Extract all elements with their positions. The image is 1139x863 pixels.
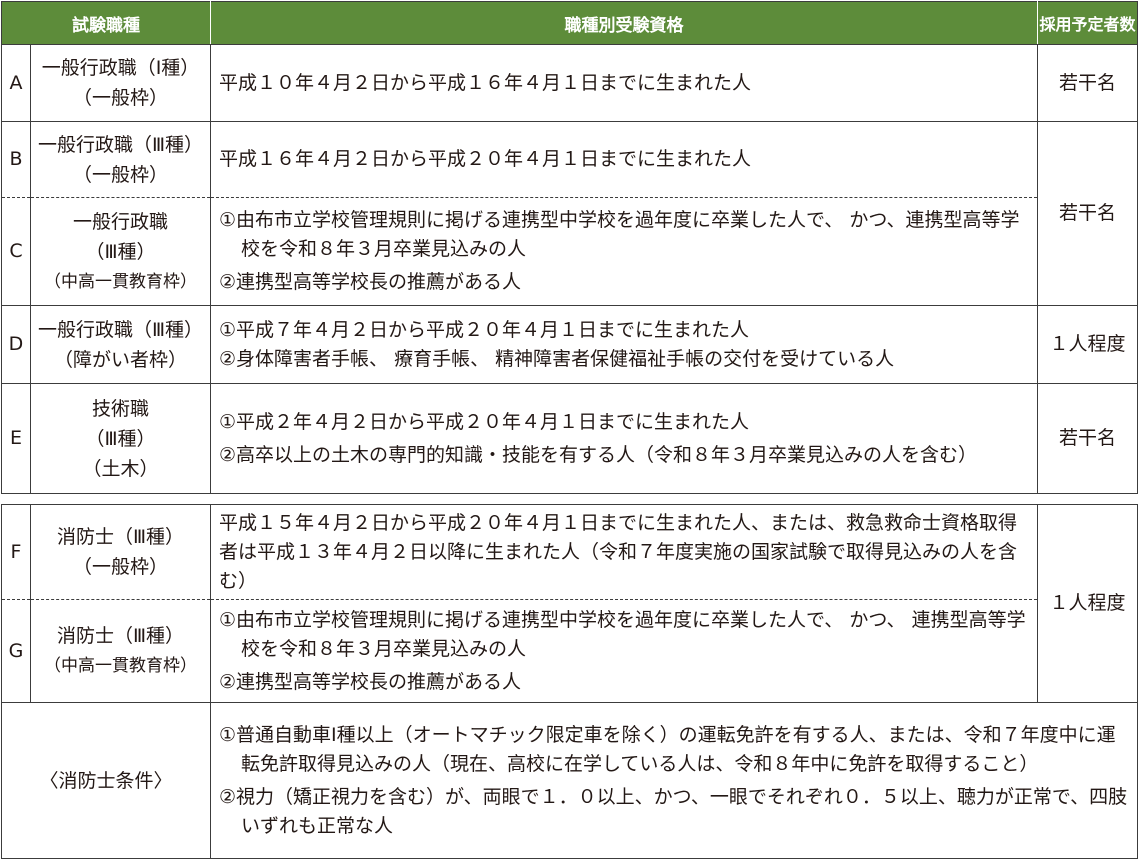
position-name: 一般行政職（Ⅲ種） （障がい者枠） — [30, 305, 211, 384]
firefighter-conditions-row: 〈消防士条件〉 ①普通自動車Ⅰ種以上（オートマチック限定車を除く）の運転免許を有… — [1, 702, 1138, 859]
qualification-cell: 平成１６年４月２日から平成２０年４月１日までに生まれた人 — [210, 121, 1038, 198]
condition-item: ②視力（矯正視力を含む）が、両眼で１．０以上、かつ、一眼でそれぞれ０．５以上、聴… — [219, 785, 1128, 837]
position-name-line: 技術職 — [91, 397, 149, 420]
qualification-cell: 平成１５年４月２日から平成２０年４月１日までに生まれた人、または、救急救命士資格… — [210, 504, 1038, 600]
row-letter: D — [1, 305, 31, 384]
recruitment-table-page: 試験職種 職種別受験資格 採用予定者数 A 一般行政職（Ⅰ種） （一般枠） 平成… — [0, 0, 1139, 863]
table-row-f: F 消防士（Ⅲ種） （一般枠） 平成１５年４月２日から平成２０年４月１日までに生… — [1, 504, 1138, 703]
planned-count: １人程度 — [1037, 504, 1138, 703]
row-letter: A — [1, 44, 31, 122]
position-name: 消防士（Ⅲ種） （中高一貫教育枠） — [30, 599, 211, 703]
position-name-line: （一般枠） — [72, 163, 168, 186]
table-row-a: A 一般行政職（Ⅰ種） （一般枠） 平成１０年４月２日から平成１６年４月１日まで… — [1, 44, 1138, 122]
conditions-cell: ①普通自動車Ⅰ種以上（オートマチック限定車を除く）の運転免許を有する人、または、… — [210, 702, 1138, 859]
planned-count: 若干名 — [1037, 44, 1138, 122]
position-name-line: （一般枠） — [72, 87, 168, 109]
position-name-line: （中高一貫教育枠） — [44, 271, 197, 292]
table-header-row: 試験職種 職種別受験資格 採用予定者数 — [1, 1, 1138, 45]
position-name-line: （障がい者枠） — [53, 348, 187, 371]
position-name-line: 一般行政職 — [72, 210, 168, 233]
planned-count: 若干名 — [1037, 121, 1138, 306]
table-row-c: C 一般行政職 （Ⅲ種） （中高一貫教育枠） ①由布市立学校管理規則に掲げる連携… — [1, 197, 1138, 306]
position-name: 技術職 （Ⅲ種） （土木） — [30, 383, 211, 494]
qualification-item: ①平成７年４月２日から平成２０年４月１日までに生まれた人 — [219, 318, 750, 341]
qualification-item: ①由布市立学校管理規則に掲げる連携型中学校を過年度に卒業した人で、 かつ、連携型… — [219, 209, 1020, 260]
row-letter: F — [1, 504, 31, 600]
position-name-line: 消防士（Ⅲ種） — [56, 526, 185, 548]
position-name-line: 一般行政職（Ⅲ種） — [37, 133, 204, 156]
qualification-item: 平成１０年４月２日から平成１６年４月１日までに生まれた人 — [219, 71, 752, 94]
row-letter: E — [1, 383, 31, 494]
header-exam-type: 試験職種 — [1, 1, 211, 45]
firefighter-positions-table: F 消防士（Ⅲ種） （一般枠） 平成１５年４月２日から平成２０年４月１日までに生… — [1, 504, 1138, 859]
position-name-line: 一般行政職（Ⅲ種） — [37, 318, 204, 341]
row-letter: C — [1, 197, 31, 306]
row-letter: G — [1, 599, 31, 703]
position-name-line: （Ⅲ種） — [85, 427, 156, 450]
condition-item: ①普通自動車Ⅰ種以上（オートマチック限定車を除く）の運転免許を有する人、または、… — [219, 723, 1116, 775]
row-letter: B — [1, 121, 31, 198]
conditions-label: 〈消防士条件〉 — [1, 702, 211, 859]
qualification-cell: ①由布市立学校管理規則に掲げる連携型中学校を過年度に卒業した人で、 かつ、 連携… — [210, 599, 1038, 703]
position-name-line: 一般行政職（Ⅰ種） — [41, 57, 200, 79]
table-row-b: B 一般行政職（Ⅲ種） （一般枠） 平成１６年４月２日から平成２０年４月１日まで… — [1, 121, 1138, 306]
qualification-item: ②連携型高等学校長の推薦がある人 — [219, 670, 522, 693]
qualification-item: 平成１５年４月２日から平成２０年４月１日までに生まれた人、または、救急救命士資格… — [219, 511, 1018, 592]
table-row-g: G 消防士（Ⅲ種） （中高一貫教育枠） ①由布市立学校管理規則に掲げる連携型中学… — [1, 599, 1138, 703]
position-name: 一般行政職 （Ⅲ種） （中高一貫教育枠） — [30, 197, 211, 306]
qualification-item: ②連携型高等学校長の推薦がある人 — [219, 271, 522, 293]
position-name: 一般行政職（Ⅰ種） （一般枠） — [30, 44, 211, 122]
qualification-cell: ①平成２年４月２日から平成２０年４月１日までに生まれた人 ②高卒以上の土木の専門… — [210, 383, 1038, 494]
qualification-item: ①由布市立学校管理規則に掲げる連携型中学校を過年度に卒業した人で、 かつ、 連携… — [219, 608, 1026, 660]
position-name-line: 消防士（Ⅲ種） — [56, 625, 185, 647]
qualification-item: ①平成２年４月２日から平成２０年４月１日までに生まれた人 — [219, 410, 750, 433]
header-qualifications: 職種別受験資格 — [210, 1, 1038, 45]
position-name-line: （Ⅲ種） — [85, 240, 156, 263]
header-planned-count: 採用予定者数 — [1037, 1, 1138, 45]
position-name-line: （土木） — [82, 457, 159, 480]
qualification-cell: 平成１０年４月２日から平成１６年４月１日までに生まれた人 — [210, 44, 1038, 122]
qualification-item: ②高卒以上の土木の専門的知識・技能を有する人（令和８年３月卒業見込みの人を含む） — [219, 443, 978, 466]
table-row-e: E 技術職 （Ⅲ種） （土木） ①平成２年４月２日から平成２０年４月１日までに生… — [1, 383, 1138, 494]
planned-count: １人程度 — [1037, 305, 1138, 384]
position-name-line: （一般枠） — [72, 556, 168, 578]
admin-positions-table: 試験職種 職種別受験資格 採用予定者数 A 一般行政職（Ⅰ種） （一般枠） 平成… — [1, 1, 1138, 494]
qualification-cell: ①平成７年４月２日から平成２０年４月１日までに生まれた人 ②身体障害者手帳、 療… — [210, 305, 1038, 384]
qualification-cell: ①由布市立学校管理規則に掲げる連携型中学校を過年度に卒業した人で、 かつ、連携型… — [210, 197, 1038, 306]
qualification-item: 平成１６年４月２日から平成２０年４月１日までに生まれた人 — [219, 148, 752, 170]
qualification-item: ②身体障害者手帳、 療育手帳、 精神障害者保健福祉手帳の交付を受けている人 — [219, 347, 895, 370]
position-name: 消防士（Ⅲ種） （一般枠） — [30, 504, 211, 600]
position-name-line: （中高一貫教育枠） — [44, 656, 197, 676]
table-row-d: D 一般行政職（Ⅲ種） （障がい者枠） ①平成７年４月２日から平成２０年４月１日… — [1, 305, 1138, 384]
position-name: 一般行政職（Ⅲ種） （一般枠） — [30, 121, 211, 198]
planned-count: 若干名 — [1037, 383, 1138, 494]
